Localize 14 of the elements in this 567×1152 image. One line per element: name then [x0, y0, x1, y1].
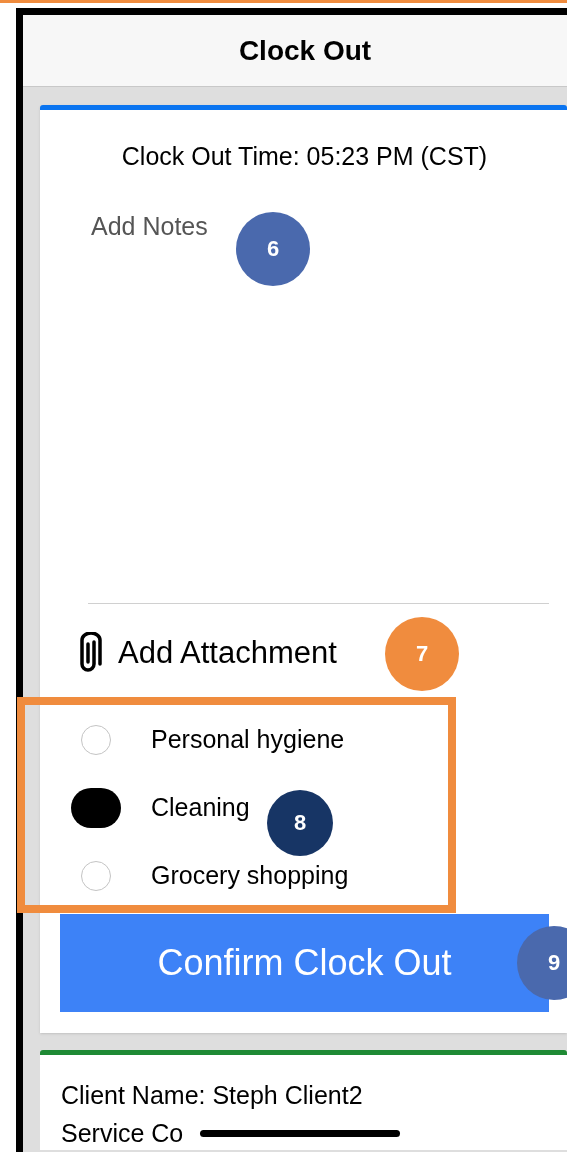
- radio-label: Cleaning: [151, 791, 250, 823]
- screen-title: Clock Out: [238, 33, 372, 68]
- add-attachment-button[interactable]: Add Attachment: [74, 630, 337, 677]
- radio-button[interactable]: [80, 860, 111, 891]
- step-marker: 8: [267, 789, 333, 856]
- confirm-clock-out-button[interactable]: Confirm Clock Out: [60, 913, 549, 1012]
- radio-label: Personal hygiene: [151, 723, 345, 755]
- step-marker: 7: [385, 616, 459, 691]
- clock-out-time: Clock Out Time: 05:23 PM (CST): [121, 141, 488, 172]
- radio-label: Grocery shopping: [151, 859, 349, 891]
- radio-button[interactable]: [80, 724, 111, 755]
- client-info-text: Client Name: Steph Client2: [61, 1080, 363, 1111]
- radio-button[interactable]: [70, 787, 121, 828]
- client-info-text: Service Co: [61, 1118, 184, 1149]
